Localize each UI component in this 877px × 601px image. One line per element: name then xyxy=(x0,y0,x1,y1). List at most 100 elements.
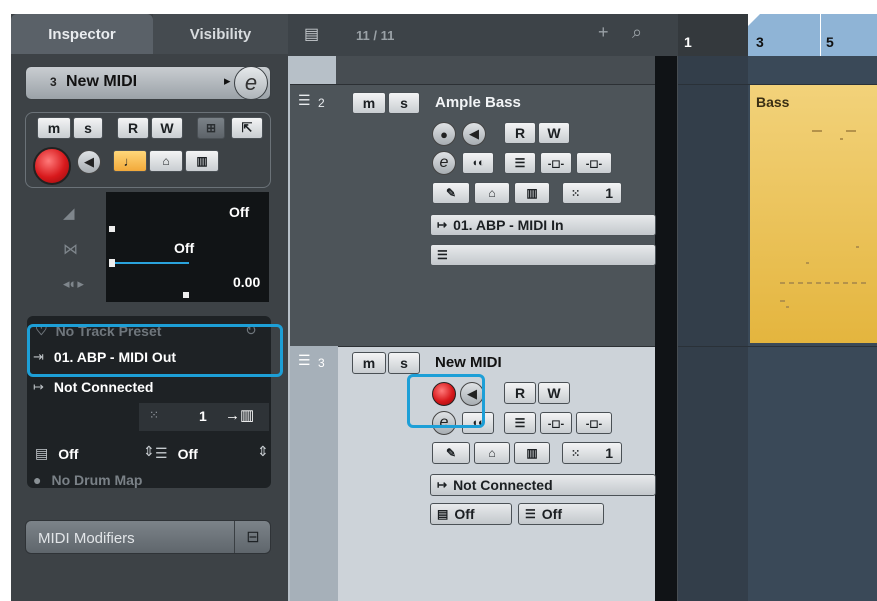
track-3-input-routing[interactable]: ↦ Not Connected xyxy=(430,474,656,496)
bank-icon: ▤ xyxy=(35,445,49,461)
track-3-channel-field[interactable]: ⁙ 1 xyxy=(562,442,622,464)
track-3-program-icon: ☰ xyxy=(525,507,536,521)
midi-modifiers-label: MIDI Modifiers xyxy=(38,530,135,547)
track-2-edit-icon[interactable]: e xyxy=(432,151,456,175)
inspector-track-name[interactable]: New MIDI xyxy=(66,73,137,91)
track-3-keys-icon[interactable]: ▥ xyxy=(514,442,550,464)
pan-bar xyxy=(111,262,189,264)
midi-note xyxy=(780,300,785,302)
track-3-mute-button[interactable]: m xyxy=(352,352,386,374)
track-2-channel-field[interactable]: ⁙ 1 xyxy=(562,182,622,204)
track-2-read-button[interactable]: R xyxy=(504,122,536,144)
search-icon[interactable]: ⌕ xyxy=(632,22,642,43)
channel-value[interactable]: 1 xyxy=(199,408,207,424)
track-2-timebase-icon[interactable]: ◖◐ xyxy=(462,152,494,174)
track-3-lock-icon[interactable]: ⌂ xyxy=(474,442,510,464)
track-2-insert-icon[interactable]: -◻- xyxy=(540,152,572,174)
grid-icon[interactable]: ⊞ xyxy=(197,117,225,139)
program-row[interactable]: ☰ Off xyxy=(155,445,198,462)
piano-icon[interactable]: ▥ xyxy=(185,150,219,172)
ruler-mark-3: 3 xyxy=(756,34,764,50)
track-3-pencil-icon[interactable]: ✎ xyxy=(432,442,470,464)
edit-instrument-icon[interactable]: e xyxy=(234,66,268,100)
track-2-monitor-icon[interactable]: ◀ xyxy=(462,122,486,146)
inspector-track-header[interactable]: 3 New MIDI ▸ e xyxy=(25,66,271,100)
midi-clip-bass[interactable] xyxy=(750,85,877,343)
loop-start-marker[interactable] xyxy=(748,14,760,26)
track-2-keys-icon[interactable]: ▥ xyxy=(514,182,550,204)
track-3-channel-icon: ⁙ xyxy=(571,447,581,460)
track-3-insert-icon[interactable]: -◻- xyxy=(540,412,572,434)
delay-value[interactable]: 0.00 xyxy=(233,274,260,290)
inspector-write-button[interactable]: W xyxy=(151,117,183,139)
program-value: Off xyxy=(177,445,198,462)
loop-range[interactable] xyxy=(748,14,877,56)
sliders-icon[interactable]: ⊟ xyxy=(234,521,271,553)
inspector-solo-button[interactable]: s xyxy=(73,117,103,139)
pre-loop-lane-area xyxy=(678,56,748,601)
pan-value[interactable]: Off xyxy=(174,240,194,256)
track-2-lane-icon[interactable]: ☰ xyxy=(504,152,536,174)
volume-value[interactable]: Off xyxy=(229,204,249,220)
track-2-record-button[interactable]: ● xyxy=(432,122,456,146)
program-stepper-icon[interactable]: ⇕ xyxy=(257,443,269,460)
arrow-right-icon[interactable]: ▸ xyxy=(224,73,231,89)
track-2-input-routing[interactable]: ↦ 01. ABP - MIDI In xyxy=(430,214,656,236)
track-3-read-button[interactable]: R xyxy=(504,382,536,404)
track-2-output-icon: ☰ xyxy=(437,248,448,262)
volume-icon: ◢ xyxy=(63,205,75,222)
inspector-mute-button[interactable]: m xyxy=(37,117,71,139)
instrument-icon[interactable]: →▥ xyxy=(225,406,254,424)
bank-row[interactable]: ▤ Off xyxy=(35,445,78,462)
track-3-input-value: Not Connected xyxy=(453,477,553,493)
track-2-mute-button[interactable]: m xyxy=(352,92,386,114)
add-track-icon[interactable]: + xyxy=(598,22,609,43)
lane-divider-2 xyxy=(678,346,877,347)
track-2-output-routing[interactable]: ☰ xyxy=(430,244,656,266)
track-3-channel-value: 1 xyxy=(605,445,613,461)
track-3-write-button[interactable]: W xyxy=(538,382,570,404)
track-2-channel-value: 1 xyxy=(605,185,613,201)
drum-icon: ● xyxy=(33,472,42,488)
track-2-lock-icon[interactable]: ⌂ xyxy=(474,182,510,204)
midi-input-row[interactable]: ↦ Not Connected xyxy=(33,379,153,395)
tracklist-toolbar xyxy=(288,14,678,56)
track-3-bank-field[interactable]: ▤ Off xyxy=(430,503,512,525)
drum-map-row[interactable]: ● No Drum Map xyxy=(33,472,142,488)
highlight-box-record xyxy=(407,374,485,428)
inspector-record-button[interactable] xyxy=(33,147,71,185)
clip-name: Bass xyxy=(756,94,790,110)
track-3-lane-icon[interactable]: ☰ xyxy=(504,412,536,434)
track-3-solo-button[interactable]: s xyxy=(388,352,420,374)
tab-inspector[interactable]: Inspector xyxy=(11,14,153,54)
list-icon[interactable]: ▤ xyxy=(304,24,319,44)
ruler-tick xyxy=(820,14,821,56)
midi-note xyxy=(786,306,789,308)
track-2-send-icon[interactable]: -◻- xyxy=(576,152,612,174)
lock-icon[interactable]: ⌂ xyxy=(149,150,183,172)
delay-handle[interactable] xyxy=(183,292,189,298)
track-3-program-value: Off xyxy=(541,506,562,522)
pan-handle[interactable] xyxy=(109,259,115,267)
track-2-solo-button[interactable]: s xyxy=(388,92,420,114)
midi-note-row xyxy=(780,282,870,284)
track-2-pencil-icon[interactable]: ✎ xyxy=(432,182,470,204)
track-3-send-icon[interactable]: -◻- xyxy=(576,412,612,434)
track-3-type-icon: ☰ xyxy=(298,352,311,368)
tab-visibility[interactable]: Visibility xyxy=(153,14,288,54)
track-2-name[interactable]: Ample Bass xyxy=(435,94,521,111)
input-icon: ↦ xyxy=(33,379,44,394)
inspector-read-button[interactable]: R xyxy=(117,117,149,139)
stepper-icon[interactable]: ⇕ xyxy=(143,443,155,460)
export-icon[interactable]: ⇱ xyxy=(231,117,263,139)
volume-handle[interactable] xyxy=(109,226,115,232)
track-2-write-button[interactable]: W xyxy=(538,122,570,144)
track-3-program-field[interactable]: ☰ Off xyxy=(518,503,604,525)
track-2-channel-icon: ⁙ xyxy=(571,187,581,200)
highlight-box-output xyxy=(27,324,283,377)
inspector-monitor-icon[interactable]: ◀ xyxy=(77,150,101,174)
midi-modifiers-section[interactable]: MIDI Modifiers ⊟ xyxy=(25,520,271,554)
track-3-name[interactable]: New MIDI xyxy=(435,354,502,371)
tracklist-right-gutter xyxy=(655,56,677,601)
music-note-icon[interactable]: ♩ xyxy=(113,150,147,172)
